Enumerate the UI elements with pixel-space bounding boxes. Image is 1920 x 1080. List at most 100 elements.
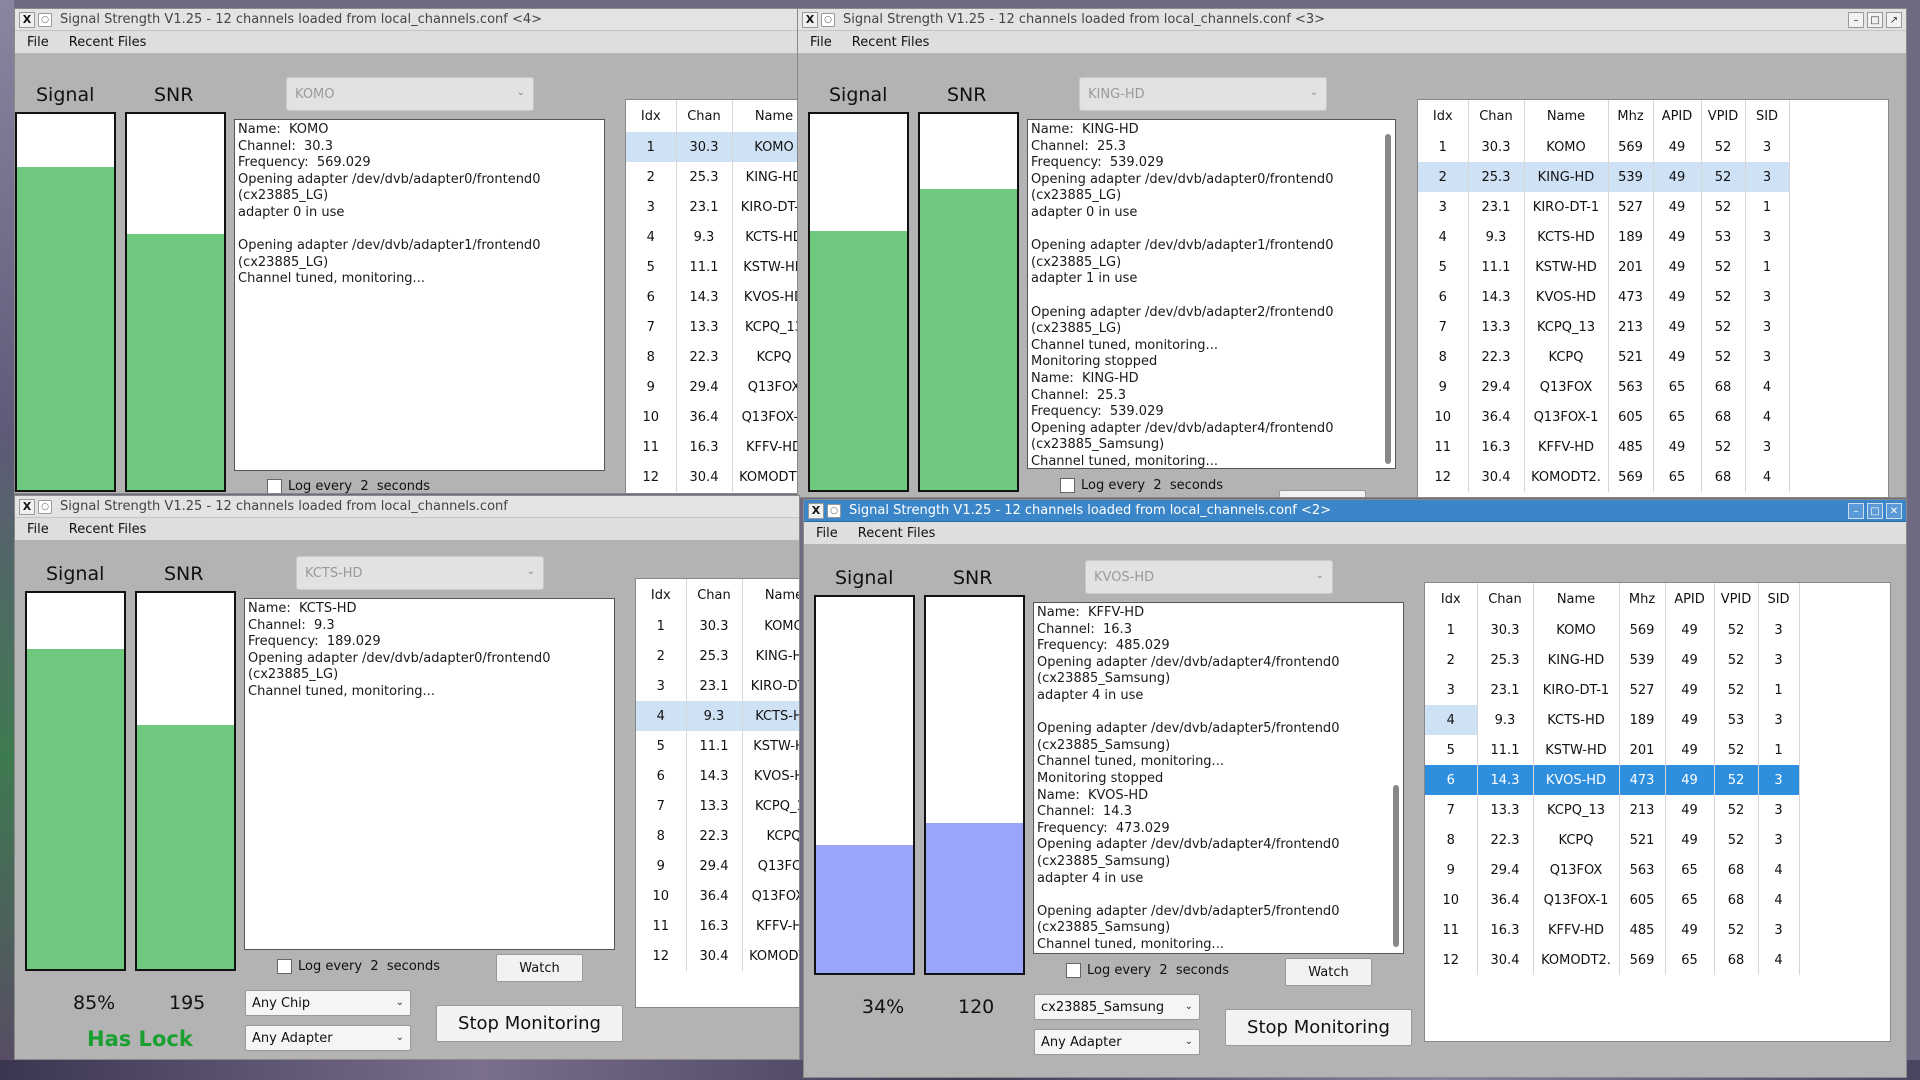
table-cell[interactable]: 23.1 (1477, 675, 1534, 705)
table-cell[interactable]: 10 (1425, 885, 1478, 915)
table-cell[interactable]: 30.3 (676, 132, 733, 162)
table-cell[interactable]: KIRO-DT-1 (1533, 675, 1620, 705)
table-cell[interactable]: KCPQ (1533, 825, 1620, 855)
table-cell[interactable]: 6 (626, 282, 677, 312)
table-cell[interactable]: KING-HD (1533, 645, 1620, 675)
menu-recent-files[interactable]: Recent Files (69, 522, 147, 537)
table-cell[interactable]: 65 (1653, 402, 1702, 432)
table-cell[interactable]: 8 (636, 821, 687, 851)
log-every-option[interactable]: Log every 2 seconds (1066, 963, 1229, 978)
table-cell[interactable]: 485 (1619, 915, 1666, 945)
table-cell[interactable]: 49 (1653, 192, 1702, 222)
table-cell[interactable]: 3 (1758, 825, 1800, 855)
table-cell[interactable]: 52 (1701, 162, 1746, 192)
column-header-name[interactable]: Name (1533, 583, 1620, 615)
table-cell[interactable]: 563 (1608, 372, 1654, 402)
table-cell[interactable]: KOMODT2. (1533, 945, 1620, 975)
menu-recent-files[interactable]: Recent Files (852, 35, 930, 50)
table-cell[interactable]: 10 (1418, 402, 1469, 432)
table-cell[interactable]: 36.4 (1477, 885, 1534, 915)
table-cell[interactable]: KING-HD (1524, 162, 1609, 192)
table-cell[interactable]: 36.4 (676, 402, 733, 432)
table-row[interactable]: 614.3KVOS-HD47349523 (1425, 765, 1800, 795)
stop-monitoring-button[interactable]: Stop Monitoring (436, 1005, 623, 1042)
table-cell[interactable]: KCPQ_13 (742, 791, 799, 821)
table-cell[interactable]: 3 (1745, 132, 1790, 162)
table-cell[interactable]: 2 (1418, 162, 1469, 192)
table-row[interactable]: 713.3KCPQ_1321349523 (1418, 312, 1790, 342)
table-row[interactable]: 511.1KSTW-HD20149521 (636, 731, 799, 761)
table-row[interactable]: 614.3KVOS-HD47349523 (1418, 282, 1790, 312)
table-cell[interactable]: Q13FOX (1533, 855, 1620, 885)
table-cell[interactable]: 569 (1608, 462, 1654, 492)
table-cell[interactable]: 3 (1758, 765, 1800, 795)
window-2-titlebar[interactable]: X ○ Signal Strength V1.25 - 12 channels … (804, 500, 1906, 522)
column-header-vpid[interactable]: VPID (1701, 100, 1746, 132)
table-cell[interactable]: 3 (1758, 705, 1800, 735)
table-row[interactable]: 713.3KCPQ_1321349523 (1425, 795, 1800, 825)
log-scrollbar[interactable] (1385, 134, 1391, 464)
table-cell[interactable]: Q13FOX-1 (1533, 885, 1620, 915)
table-cell[interactable]: KCTS-HD (742, 701, 799, 731)
table-cell[interactable]: 4 (1425, 705, 1478, 735)
table-cell[interactable]: KVOS-HD (732, 282, 799, 312)
table-cell[interactable]: 4 (1745, 462, 1790, 492)
table-row[interactable]: 614.3KVOS-HD47349523 (626, 282, 799, 312)
table-row[interactable]: 614.3KVOS-HD47349523 (636, 761, 799, 791)
table-cell[interactable]: KSTW-HD (732, 252, 799, 282)
table-cell[interactable]: KSTW-HD (1524, 252, 1609, 282)
table-cell[interactable]: KSTW-HD (1533, 735, 1620, 765)
menu-file[interactable]: File (27, 522, 49, 537)
table-cell[interactable]: 30.4 (1477, 945, 1534, 975)
table-cell[interactable]: 22.3 (1477, 825, 1534, 855)
column-header-chan[interactable]: Chan (676, 100, 733, 132)
table-cell[interactable]: 6 (636, 761, 687, 791)
table-row[interactable]: 49.3KCTS-HD18949533 (1418, 222, 1790, 252)
window-3-titlebar[interactable]: X ○ Signal Strength V1.25 - 12 channels … (798, 9, 1906, 31)
table-row[interactable]: 323.1KIRO-DT-152749521 (1425, 675, 1800, 705)
table-cell[interactable]: Q13FOX-1 (1524, 402, 1609, 432)
table-cell[interactable]: 3 (1745, 342, 1790, 372)
table-cell[interactable]: 485 (1608, 432, 1654, 462)
table-cell[interactable]: KING-HD (732, 162, 799, 192)
table-row[interactable]: 1036.4Q13FOX-160565684 (1425, 885, 1800, 915)
table-cell[interactable]: 9.3 (1477, 705, 1534, 735)
chip-select[interactable]: Any Chip ⌄ (245, 990, 411, 1016)
pin-icon[interactable]: ○ (821, 12, 835, 27)
table-row[interactable]: 225.3KING-HD53949523 (636, 641, 799, 671)
table-cell[interactable]: 30.4 (1468, 462, 1525, 492)
table-cell[interactable]: 16.3 (1477, 915, 1534, 945)
column-header-idx[interactable]: Idx (1418, 100, 1469, 132)
table-cell[interactable]: 25.3 (676, 162, 733, 192)
channel-table[interactable]: IdxChanNameMhzAPIDVPIDSID130.3KOMO569495… (635, 578, 799, 1008)
table-cell[interactable]: 569 (1608, 132, 1654, 162)
table-cell[interactable]: 52 (1714, 765, 1759, 795)
table-row[interactable]: 130.3KOMO56949523 (1425, 615, 1800, 645)
table-cell[interactable]: 3 (1758, 915, 1800, 945)
table-cell[interactable]: 68 (1701, 372, 1746, 402)
table-cell[interactable]: 189 (1608, 222, 1654, 252)
table-cell[interactable]: 213 (1619, 795, 1666, 825)
table-cell[interactable]: 30.3 (1468, 132, 1525, 162)
pin-icon[interactable]: ○ (38, 499, 52, 514)
table-cell[interactable]: 68 (1714, 855, 1759, 885)
table-cell[interactable]: 52 (1714, 915, 1759, 945)
table-cell[interactable]: KIRO-DT-1 (732, 192, 799, 222)
table-cell[interactable]: 8 (1425, 825, 1478, 855)
table-cell[interactable]: 49 (1653, 222, 1702, 252)
table-row[interactable]: 49.3KCTS-HD18949533 (626, 222, 799, 252)
table-cell[interactable]: 52 (1701, 432, 1746, 462)
table-row[interactable]: 225.3KING-HD53949523 (1425, 645, 1800, 675)
table-cell[interactable]: 4 (1745, 402, 1790, 432)
table-row[interactable]: 511.1KSTW-HD20149521 (1425, 735, 1800, 765)
window-4-titlebar[interactable]: X ○ Signal Strength V1.25 - 12 channels … (15, 9, 799, 31)
channel-combo[interactable]: KOMO ⌄ (286, 77, 534, 111)
table-cell[interactable]: 29.4 (1477, 855, 1534, 885)
table-cell[interactable]: 14.3 (1468, 282, 1525, 312)
table-cell[interactable]: KFFV-HD (732, 432, 799, 462)
table-cell[interactable]: 14.3 (1477, 765, 1534, 795)
table-cell[interactable]: 4 (1758, 855, 1800, 885)
table-cell[interactable]: 49 (1653, 312, 1702, 342)
table-cell[interactable]: KVOS-HD (1533, 765, 1620, 795)
table-cell[interactable]: 23.1 (686, 671, 743, 701)
